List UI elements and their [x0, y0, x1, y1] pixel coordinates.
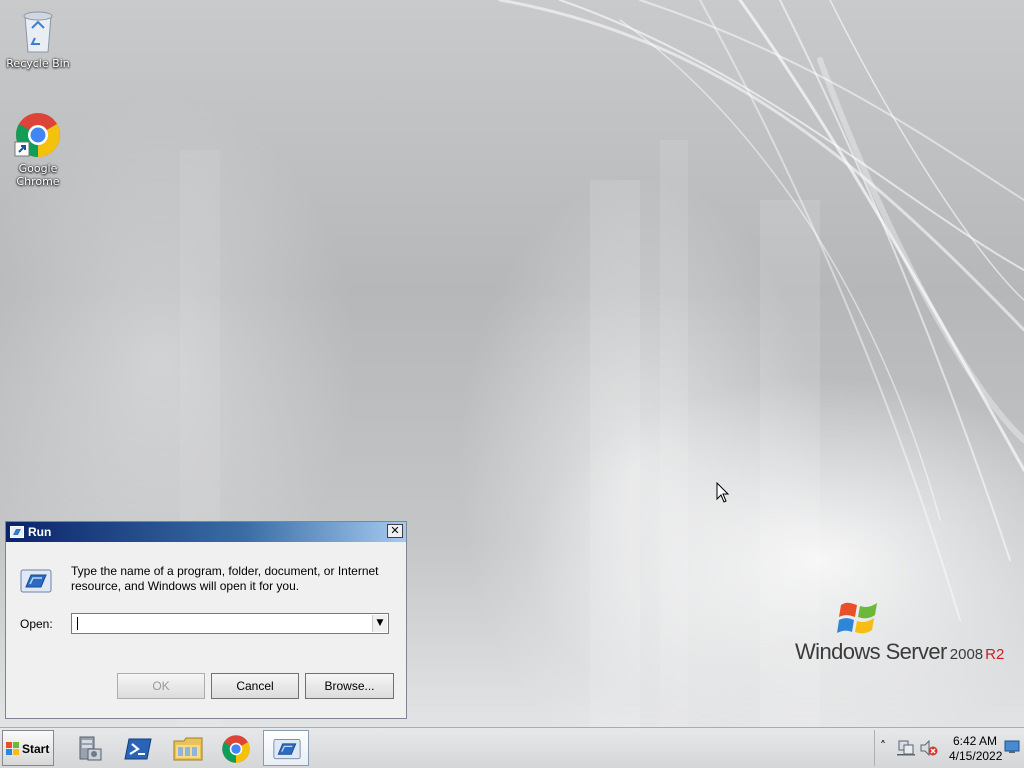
volume-muted-icon[interactable] [920, 740, 938, 756]
recycle-bin-icon [23, 11, 53, 53]
desktop-icon-recycle-bin[interactable]: Recycle Bin [0, 8, 78, 70]
run-dialog-description: Type the name of a program, folder, docu… [71, 564, 379, 593]
show-desktop-icon[interactable] [1004, 739, 1020, 755]
run-icon [273, 738, 301, 760]
mouse-cursor-icon [716, 482, 730, 503]
windows-flag-icon [6, 742, 19, 755]
cancel-button[interactable]: Cancel [211, 673, 299, 699]
run-dialog-titlebar[interactable]: Run ✕ [6, 522, 406, 542]
taskbar: Start ˄ 6:42 AM 4/15/2022 [0, 727, 1024, 768]
server-manager-icon [79, 736, 102, 761]
desktop-icon-google-chrome[interactable]: Google Chrome [0, 111, 78, 188]
open-combobox[interactable]: ▼ [71, 613, 389, 634]
brand-windows-server: Windows Server [795, 639, 947, 664]
taskbar-run[interactable] [263, 730, 309, 766]
desktop: Recycle Bin Google Chrome Windows Server… [0, 0, 1024, 727]
powershell-icon [124, 738, 152, 760]
close-icon: ✕ [390, 524, 400, 537]
show-hidden-icons-button[interactable]: ˄ [880, 739, 886, 753]
run-program-icon [20, 569, 52, 593]
open-input[interactable] [74, 615, 376, 632]
clock-date[interactable]: 4/15/2022 [949, 749, 1002, 763]
explorer-icon [173, 737, 203, 761]
windows-flag-icon [837, 602, 877, 634]
start-button[interactable]: Start [2, 730, 54, 766]
run-icon [10, 526, 24, 538]
close-button[interactable]: ✕ [387, 524, 403, 538]
chrome-icon [222, 735, 250, 763]
system-tray: ˄ 6:42 AM 4/15/2022 [874, 730, 1024, 766]
chevron-down-icon: ▼ [376, 618, 384, 628]
run-dialog-title: Run [28, 525, 52, 539]
taskbar-powershell[interactable] [114, 730, 160, 766]
browse-button[interactable]: Browse... [305, 673, 394, 699]
windows-server-logo: Windows Server 2008 R2 [793, 599, 1004, 669]
taskbar-explorer[interactable] [163, 730, 209, 766]
dropdown-button[interactable]: ▼ [372, 615, 387, 632]
clock-time[interactable]: 6:42 AM [953, 734, 997, 748]
run-dialog: Run ✕ Type the name of a program, folder… [5, 521, 407, 719]
network-icon[interactable] [897, 740, 915, 756]
desktop-icon-label: Recycle Bin [6, 57, 70, 70]
brand-edition: R2 [985, 646, 1005, 663]
ok-button[interactable]: OK [117, 673, 205, 699]
brand-version: 2008 [949, 646, 984, 663]
text-caret [77, 617, 78, 630]
start-label: Start [22, 742, 50, 756]
taskbar-chrome[interactable] [212, 730, 258, 766]
open-label: Open: [20, 617, 53, 631]
desktop-icon-label: Google Chrome [16, 162, 60, 188]
taskbar-server-manager[interactable] [65, 730, 111, 766]
chrome-icon [14, 113, 60, 157]
